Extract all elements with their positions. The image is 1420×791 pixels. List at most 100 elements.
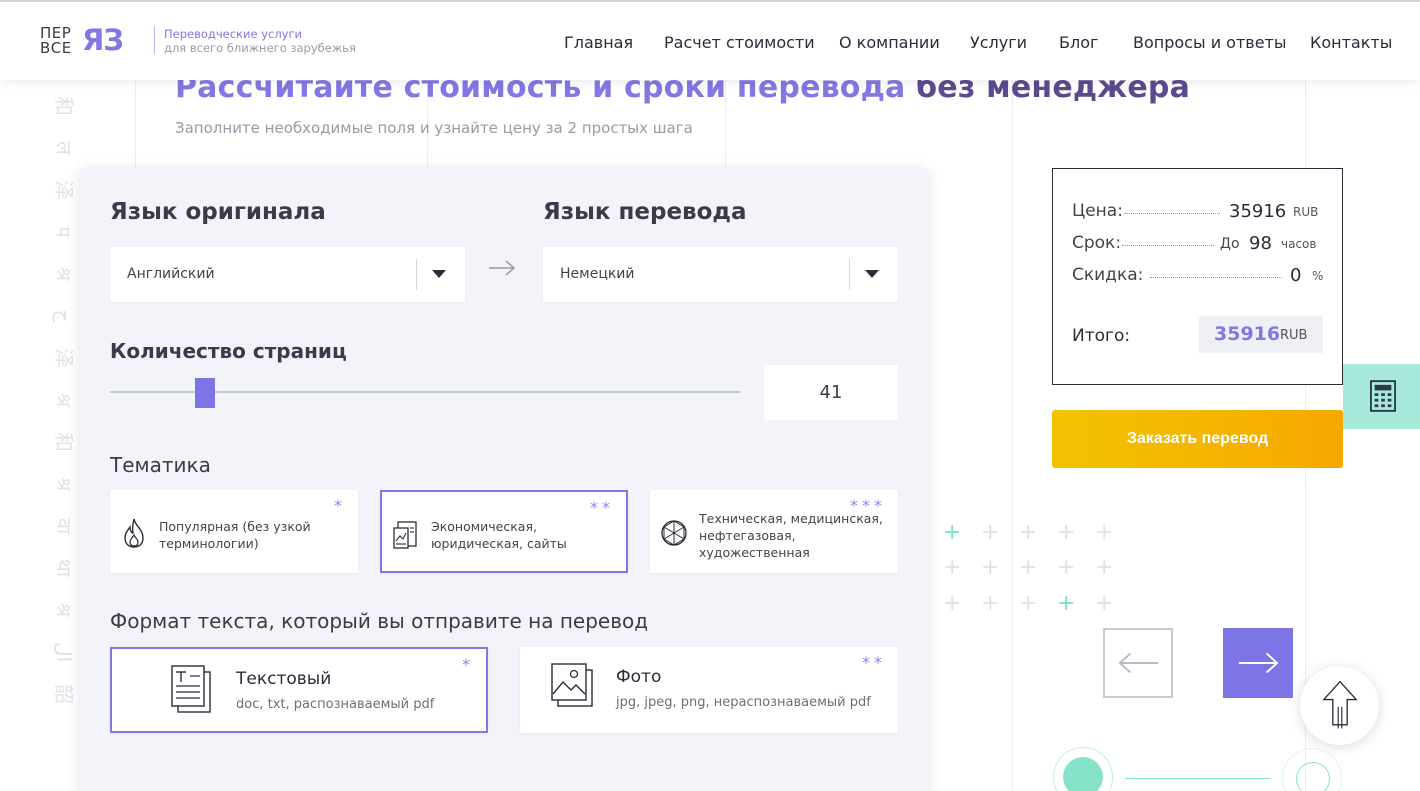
chevron-down-icon: [865, 270, 879, 278]
source-language-label: Язык оригинала: [110, 199, 326, 225]
price-row: Цена: 35916 RUB: [1072, 201, 1324, 223]
arrow-up-icon: [1322, 680, 1358, 729]
format-option-text[interactable]: Текстовый doc, txt, распознаваемый pdf *: [110, 647, 488, 733]
nav-pricing[interactable]: Расчет стоимости: [664, 33, 815, 52]
decorative-cross-grid: + + + + + + + + + + + + + + +: [940, 520, 1120, 620]
term-prefix: До: [1220, 236, 1240, 252]
calculator-icon: [1370, 380, 1396, 412]
calculator-form: Язык оригинала Язык перевода Английский …: [80, 167, 928, 791]
term-unit: часов: [1281, 237, 1317, 251]
theme-option-popular[interactable]: Популярная (без узкой терминологии) *: [110, 490, 358, 573]
logo-divider: [154, 26, 155, 54]
glyph: 韶: [52, 684, 76, 704]
total-unit: RUB: [1280, 328, 1308, 343]
term-label: Срок:: [1072, 233, 1122, 253]
format-subtitle: doc, txt, распознаваемый pdf: [236, 697, 435, 712]
pages-slider-handle[interactable]: [194, 378, 215, 408]
plus-icon: +: [1057, 520, 1076, 545]
price-summary: Цена: 35916 RUB Срок: До 98 часов Скидка…: [1052, 168, 1343, 385]
plus-icon: +: [981, 591, 1000, 616]
arrow-left-icon: [1118, 652, 1159, 674]
plus-icon: +: [1095, 555, 1114, 580]
theme-option-technical[interactable]: Техническая, медицинская, нефтегазовая, …: [650, 490, 898, 573]
decorative-circle: [1063, 757, 1103, 791]
order-translation-button[interactable]: Заказать перевод: [1052, 410, 1343, 468]
logo-mark: ЯЗ: [82, 23, 124, 57]
theme-text: Экономическая, юридическая, сайты: [431, 519, 567, 551]
target-language-value: Немецкий: [560, 266, 635, 282]
source-language-select[interactable]: Английский: [110, 247, 465, 302]
term-value: 98: [1249, 233, 1272, 254]
grid-line: [1012, 0, 1013, 791]
glyph: श्र: [51, 392, 76, 408]
glyph: 和: [52, 96, 76, 116]
grid-line: [1305, 0, 1306, 791]
select-divider: [849, 259, 850, 290]
dotted-leader: [1124, 213, 1220, 214]
glyph: श्र: [51, 266, 76, 282]
decorative-circle: [1296, 762, 1330, 791]
glyph: 泽: [52, 180, 76, 200]
theme-stars: *: [334, 496, 346, 515]
format-title: Фото: [616, 667, 662, 687]
arrow-right-icon: [1238, 652, 1279, 674]
image-icon: [551, 663, 593, 707]
chevron-down-icon: [432, 270, 446, 278]
glyph: वा: [52, 517, 76, 535]
plus-icon: +: [981, 555, 1000, 580]
discount-value: 0: [1290, 265, 1302, 286]
plus-icon: +: [1057, 555, 1076, 580]
logo[interactable]: ПЕР ВСЕ ЯЗ: [40, 24, 146, 58]
glyph: प: [52, 226, 76, 238]
total-label: Итого:: [1072, 326, 1131, 346]
logo-text-bottom: ВСЕ: [40, 39, 72, 57]
pages-count-input[interactable]: 41: [764, 365, 898, 420]
price-value: 35916: [1229, 201, 1287, 222]
text-document-icon: [171, 665, 211, 713]
glyph: ج: [51, 309, 76, 323]
document-chart-icon: [393, 521, 417, 549]
nav-services[interactable]: Услуги: [970, 33, 1027, 52]
slider-next-button[interactable]: [1223, 628, 1293, 698]
decorative-glyph-column: 和 ल 泽 प श्र ج 泽 श्र 和 श्र वा था श्र ال 韶: [52, 85, 76, 715]
format-label: Формат текста, который вы отправите на п…: [110, 609, 649, 633]
discount-unit: %: [1312, 269, 1324, 283]
format-stars: *: [462, 655, 474, 674]
price-label: Цена:: [1072, 201, 1123, 221]
format-option-photo[interactable]: Фото jpg, jpeg, png, нераспознаваемый pd…: [520, 647, 898, 733]
plus-icon: +: [1019, 520, 1038, 545]
page-subtitle: Заполните необходимые поля и узнайте цен…: [175, 119, 693, 137]
scroll-to-top-button[interactable]: [1300, 666, 1379, 745]
nav-about[interactable]: О компании: [839, 33, 940, 52]
glyph: था: [52, 559, 76, 577]
tagline-title: Переводческие услуги: [164, 27, 303, 41]
plus-icon: +: [943, 591, 962, 616]
pages-label: Количество страниц: [110, 339, 347, 363]
format-stars: **: [862, 653, 886, 672]
plus-icon: +: [981, 520, 1000, 545]
nav-home[interactable]: Главная: [564, 33, 633, 52]
theme-text: Популярная (без узкой терминологии): [159, 519, 311, 551]
nav-contacts[interactable]: Контакты: [1310, 33, 1392, 52]
fire-icon: [124, 518, 144, 548]
glyph: 泽: [52, 348, 76, 368]
slider-prev-button[interactable]: [1103, 628, 1173, 698]
theme-option-economic[interactable]: Экономическая, юридическая, сайты **: [380, 490, 628, 573]
select-divider: [416, 259, 417, 290]
calculator-button[interactable]: [1343, 364, 1420, 429]
theme-text: Техническая, медицинская, нефтегазовая, …: [699, 511, 883, 560]
format-title: Текстовый: [236, 669, 332, 689]
dotted-leader: [1122, 245, 1214, 246]
plus-icon: +: [1095, 591, 1114, 616]
nav-blog[interactable]: Блог: [1059, 33, 1098, 52]
theme-stars: ***: [850, 496, 886, 515]
glyph: श्र: [51, 476, 76, 492]
arrow-right-icon: [489, 260, 516, 276]
term-row: Срок: До 98 часов: [1072, 233, 1324, 255]
plus-icon: +: [943, 555, 962, 580]
target-language-select[interactable]: Немецкий: [543, 247, 898, 302]
decorative-line: [1125, 778, 1270, 779]
glyph: श्र: [51, 602, 76, 618]
plus-icon: +: [1057, 591, 1076, 616]
nav-faq[interactable]: Вопросы и ответы: [1133, 33, 1287, 52]
